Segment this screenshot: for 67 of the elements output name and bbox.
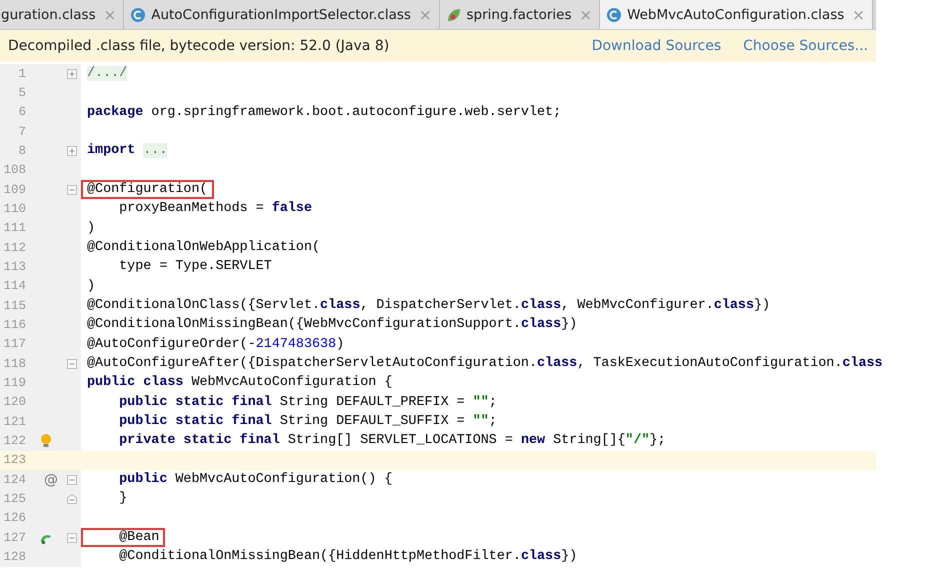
line-number: 116 (2, 318, 26, 332)
line-number: 123 (2, 453, 26, 468)
code-line: @AutoConfigureOrder(-2147483638) (86, 336, 344, 354)
editor-tab[interactable]: spring.factories × (440, 0, 600, 29)
code-line: public WebMvcAutoConfiguration() { (118, 471, 392, 490)
code-line: import ... (86, 142, 168, 160)
collapse-icon[interactable] (67, 184, 77, 195)
line-number: 8 (17, 144, 26, 158)
line-number: 110 (2, 202, 26, 216)
code-line: public static final String DEFAULT_SUFFIX = ""; (118, 413, 497, 432)
code-line: } (118, 490, 128, 508)
code-line: @ConditionalOnMissingBean({HiddenHttpMethodFilter.class}) (118, 548, 578, 566)
override-marker[interactable]: @ (44, 472, 58, 488)
source-link[interactable]: Download Sources (592, 38, 722, 54)
line-number: 114 (2, 279, 26, 294)
editor-tab[interactable]: WebMvcAutoConfiguration.class × (600, 0, 873, 29)
code-line: ) (86, 278, 96, 296)
close-icon[interactable]: × (579, 6, 592, 24)
code-line: ) (86, 220, 96, 238)
editor-tab[interactable]: guration.class × (0, 0, 124, 29)
code-line: @ConditionalOnClass({Servlet.class, DispatcherServlet.class, WebMvcConfigurer.class}) (86, 297, 770, 316)
source-link[interactable]: Choose Sources... (743, 38, 868, 54)
line-number: 1 (17, 66, 26, 81)
class-file-icon (606, 6, 622, 22)
line-number: 108 (2, 163, 26, 178)
line-number: 128 (2, 550, 26, 564)
class-file-icon (130, 6, 146, 22)
line-number: 125 (2, 492, 26, 506)
line-number: 117 (2, 337, 26, 352)
leaf-icon (446, 6, 462, 22)
code-line: @ConditionalOnMissingBean({WebMvcConfigurationSupport.class}) (86, 316, 578, 334)
code-line: public class WebMvcAutoConfiguration { (86, 374, 392, 392)
line-number: 112 (2, 240, 26, 255)
close-icon[interactable]: × (852, 6, 865, 24)
line-number: 127 (2, 530, 26, 545)
expand-icon[interactable] (67, 146, 77, 156)
collapse-icon[interactable] (67, 358, 77, 369)
editor-tab[interactable]: AutoConfigurationImportSelector.class × (124, 0, 440, 29)
line-number: 126 (2, 511, 26, 526)
line-number: 124 (2, 472, 26, 487)
fold-end-icon[interactable] (67, 494, 77, 504)
code-line: type = Type.SERVLET (118, 258, 272, 276)
line-number: 111 (2, 221, 26, 236)
line-number: 113 (2, 260, 26, 274)
line-number: 118 (2, 356, 26, 371)
close-icon[interactable]: × (104, 6, 116, 24)
line-number: 109 (2, 182, 26, 197)
line-number: 122 (2, 434, 26, 448)
code-line: @AutoConfigureAfter({DispatcherServletAutoConfiguration.class, TaskExecutionAutoConfiguration.class (86, 355, 883, 374)
line-number: 119 (2, 376, 26, 390)
code-line: public static final String DEFAULT_PREFIX = ""; (118, 394, 497, 412)
line-number: 121 (2, 414, 26, 429)
code-line: package org.springframework.boot.autoconfigure.web.servlet; (86, 104, 562, 122)
code-line: private static final String[] SERVLET_LOCATIONS = new String[]{"/"}; (118, 432, 666, 450)
collapse-icon[interactable] (67, 474, 77, 485)
expand-icon[interactable] (67, 68, 77, 79)
decompiled-notice: Decompiled .class file, bytecode version: 52.0 (Java 8) (8, 38, 390, 54)
collapse-icon[interactable] (67, 532, 77, 543)
line-number: 7 (17, 124, 26, 139)
close-icon[interactable]: × (418, 6, 432, 24)
line-number: 115 (2, 298, 26, 313)
line-number: 6 (17, 105, 26, 120)
code-line: proxyBeanMethods = false (118, 200, 312, 218)
line-number: 5 (17, 86, 26, 100)
lightbulb-icon[interactable] (39, 432, 53, 449)
line-number: 120 (2, 395, 26, 410)
code-line: @ConditionalOnWebApplication( (86, 239, 320, 258)
